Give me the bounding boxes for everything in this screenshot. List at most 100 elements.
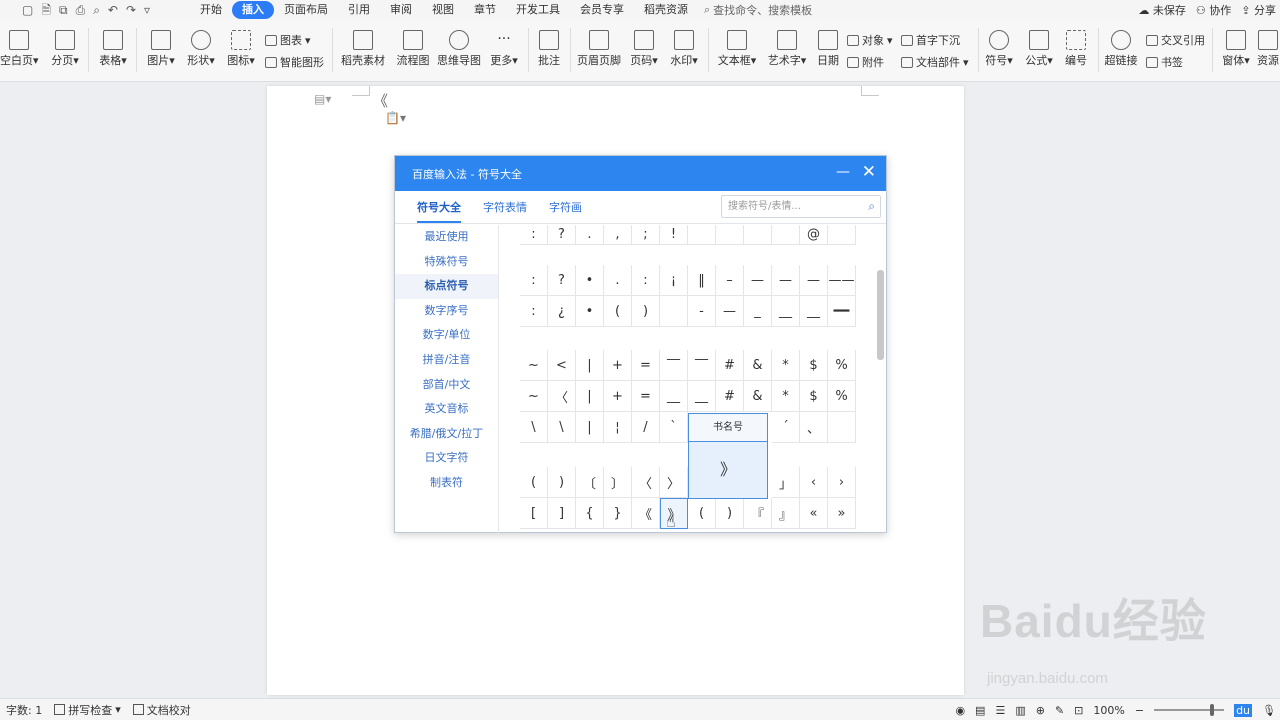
header-footer-button[interactable]: 页眉页脚	[576, 30, 622, 68]
symbol-cell[interactable]: )	[632, 296, 660, 327]
category-recent[interactable]: 最近使用	[395, 225, 498, 250]
symbol-cell[interactable]: |	[576, 412, 604, 443]
chart-button[interactable]: 图表 ▾	[265, 32, 311, 48]
tab-insert[interactable]: 插入	[232, 1, 274, 19]
symbol-cell[interactable]: \	[548, 412, 576, 443]
word-count[interactable]: 字数: 1	[6, 702, 42, 718]
zoom-level[interactable]: 100%	[1093, 704, 1124, 717]
symbol-cell[interactable]: (	[520, 467, 548, 498]
tab-references[interactable]: 引用	[338, 1, 380, 19]
category-pinyin[interactable]: 拼音/注音	[395, 348, 498, 373]
symbol-cell[interactable]: &	[744, 350, 772, 381]
symbol-cell[interactable]: +	[604, 350, 632, 381]
category-number-order[interactable]: 数字序号	[395, 299, 498, 324]
hyperlink-button[interactable]: 超链接	[1102, 30, 1140, 68]
outline-view-icon[interactable]: ☰	[995, 704, 1005, 717]
symbol-cell[interactable]: ~	[520, 350, 548, 381]
symbol-cell[interactable]: ?	[548, 265, 576, 296]
page-view-icon[interactable]: ▤	[975, 704, 985, 717]
search-icon[interactable]: ⌕	[868, 196, 875, 217]
flowchart-button[interactable]: 流程图	[394, 30, 432, 68]
category-japanese[interactable]: 日文字符	[395, 446, 498, 471]
smart-shape-button[interactable]: 智能图形	[265, 54, 324, 70]
symbol-cell[interactable]: !	[660, 225, 688, 245]
symbol-cell[interactable]: ¡	[660, 265, 688, 296]
textbox-button[interactable]: 文本框▾	[714, 30, 760, 68]
save-icon[interactable]: 🗎	[41, 4, 51, 16]
symbol-cell[interactable]: ]	[548, 498, 576, 529]
symbol-cell[interactable]: ━━	[828, 296, 856, 327]
symbol-cell[interactable]: 、	[800, 412, 828, 443]
symbol-cell[interactable]: 『	[744, 498, 772, 529]
proofread-button[interactable]: 文档校对	[132, 702, 191, 718]
tab-section[interactable]: 章节	[464, 1, 506, 19]
symbol-cell[interactable]: =	[632, 350, 660, 381]
spellcheck-toggle[interactable]: 拼写检查 ▾	[54, 702, 121, 718]
symbol-cell[interactable]	[716, 225, 744, 245]
docer-material-button[interactable]: 稻壳素材	[340, 30, 386, 68]
dialog-tab-symbols[interactable]: 符号大全	[417, 199, 461, 223]
file-icon[interactable]: ▢	[22, 4, 33, 16]
symbol-cell[interactable]: 〉	[660, 467, 688, 498]
symbol-cell[interactable]: 〈	[632, 467, 660, 498]
symbol-cell[interactable]: _	[744, 296, 772, 327]
undo-icon[interactable]: ↶	[108, 4, 118, 16]
symbol-cell[interactable]: [	[520, 498, 548, 529]
symbol-cell[interactable]: ‾‾	[660, 350, 688, 381]
symbol-cell[interactable]: ‖	[688, 265, 716, 296]
symbol-cell[interactable]: $	[800, 381, 828, 412]
symbol-cell[interactable]: –	[716, 265, 744, 296]
zoom-out-icon[interactable]: −	[1135, 704, 1144, 717]
symbol-cell[interactable]: #	[716, 350, 744, 381]
symbol-cell[interactable]: •	[576, 296, 604, 327]
symbol-cell[interactable]: 』	[772, 498, 800, 529]
symbol-cell[interactable]: /	[632, 412, 660, 443]
tab-review[interactable]: 审阅	[380, 1, 422, 19]
category-greek-latin[interactable]: 希腊/俄文/拉丁	[395, 422, 498, 447]
redo-icon[interactable]: ↷	[126, 4, 136, 16]
symbol-cell[interactable]: __	[772, 296, 800, 327]
symbol-cell[interactable]: )	[716, 498, 744, 529]
mic-icon[interactable]: 🎙	[1262, 704, 1276, 717]
watermark-button[interactable]: 水印▾	[666, 30, 702, 68]
category-phonetic[interactable]: 英文音标	[395, 397, 498, 422]
formula-button[interactable]: 公式▾	[1022, 30, 1056, 68]
collapse-chevron[interactable]: 《	[373, 90, 388, 111]
symbol-cell[interactable]: ‾‾	[688, 350, 716, 381]
unsaved-status[interactable]: ☁ 未保存	[1138, 2, 1186, 18]
web-view-icon[interactable]: ⊕	[1036, 704, 1045, 717]
symbol-cell[interactable]: «	[800, 498, 828, 529]
bookmark-button[interactable]: 书签	[1146, 54, 1183, 70]
paste-icon[interactable]: 📋▾	[385, 111, 406, 125]
symbol-cell[interactable]: *	[772, 381, 800, 412]
tab-developer[interactable]: 开发工具	[506, 1, 570, 19]
symbol-cell[interactable]: »	[828, 498, 856, 529]
doc-parts-button[interactable]: 文档部件 ▾	[901, 54, 969, 70]
dialog-scrollbar[interactable]	[877, 270, 884, 360]
category-box-drawing[interactable]: 制表符	[395, 471, 498, 496]
symbol-cell[interactable]: —	[800, 265, 828, 296]
close-icon[interactable]: ✕	[862, 162, 876, 182]
window-button[interactable]: 窗体▾	[1218, 30, 1254, 68]
symbol-cell[interactable]: ¦	[604, 412, 632, 443]
symbol-cell[interactable]: )	[548, 467, 576, 498]
category-number-unit[interactable]: 数字/单位	[395, 323, 498, 348]
dialog-tab-ascii-art[interactable]: 字符画	[549, 199, 582, 223]
symbol-cell[interactable]: 《	[632, 498, 660, 529]
symbol-cell[interactable]: +	[604, 381, 632, 412]
symbol-cell[interactable]: ,	[604, 225, 632, 245]
symbol-cell[interactable]: :	[520, 296, 548, 327]
symbol-cell[interactable]	[660, 296, 688, 327]
input-method-icon[interactable]: du	[1234, 703, 1253, 717]
more-icon[interactable]: ▿	[144, 4, 150, 16]
table-button[interactable]: 表格▾	[96, 30, 130, 68]
symbol-cell[interactable]: ~	[520, 381, 548, 412]
resources-button[interactable]: 资源	[1256, 30, 1280, 68]
symbol-cell[interactable]: %	[828, 350, 856, 381]
symbol-cell[interactable]: }	[604, 498, 632, 529]
symbol-cell[interactable]: •	[576, 265, 604, 296]
category-special[interactable]: 特殊符号	[395, 250, 498, 275]
symbol-cell[interactable]: <	[548, 350, 576, 381]
object-button[interactable]: 对象 ▾	[847, 32, 893, 48]
eye-protection-icon[interactable]: ◉	[955, 704, 965, 717]
